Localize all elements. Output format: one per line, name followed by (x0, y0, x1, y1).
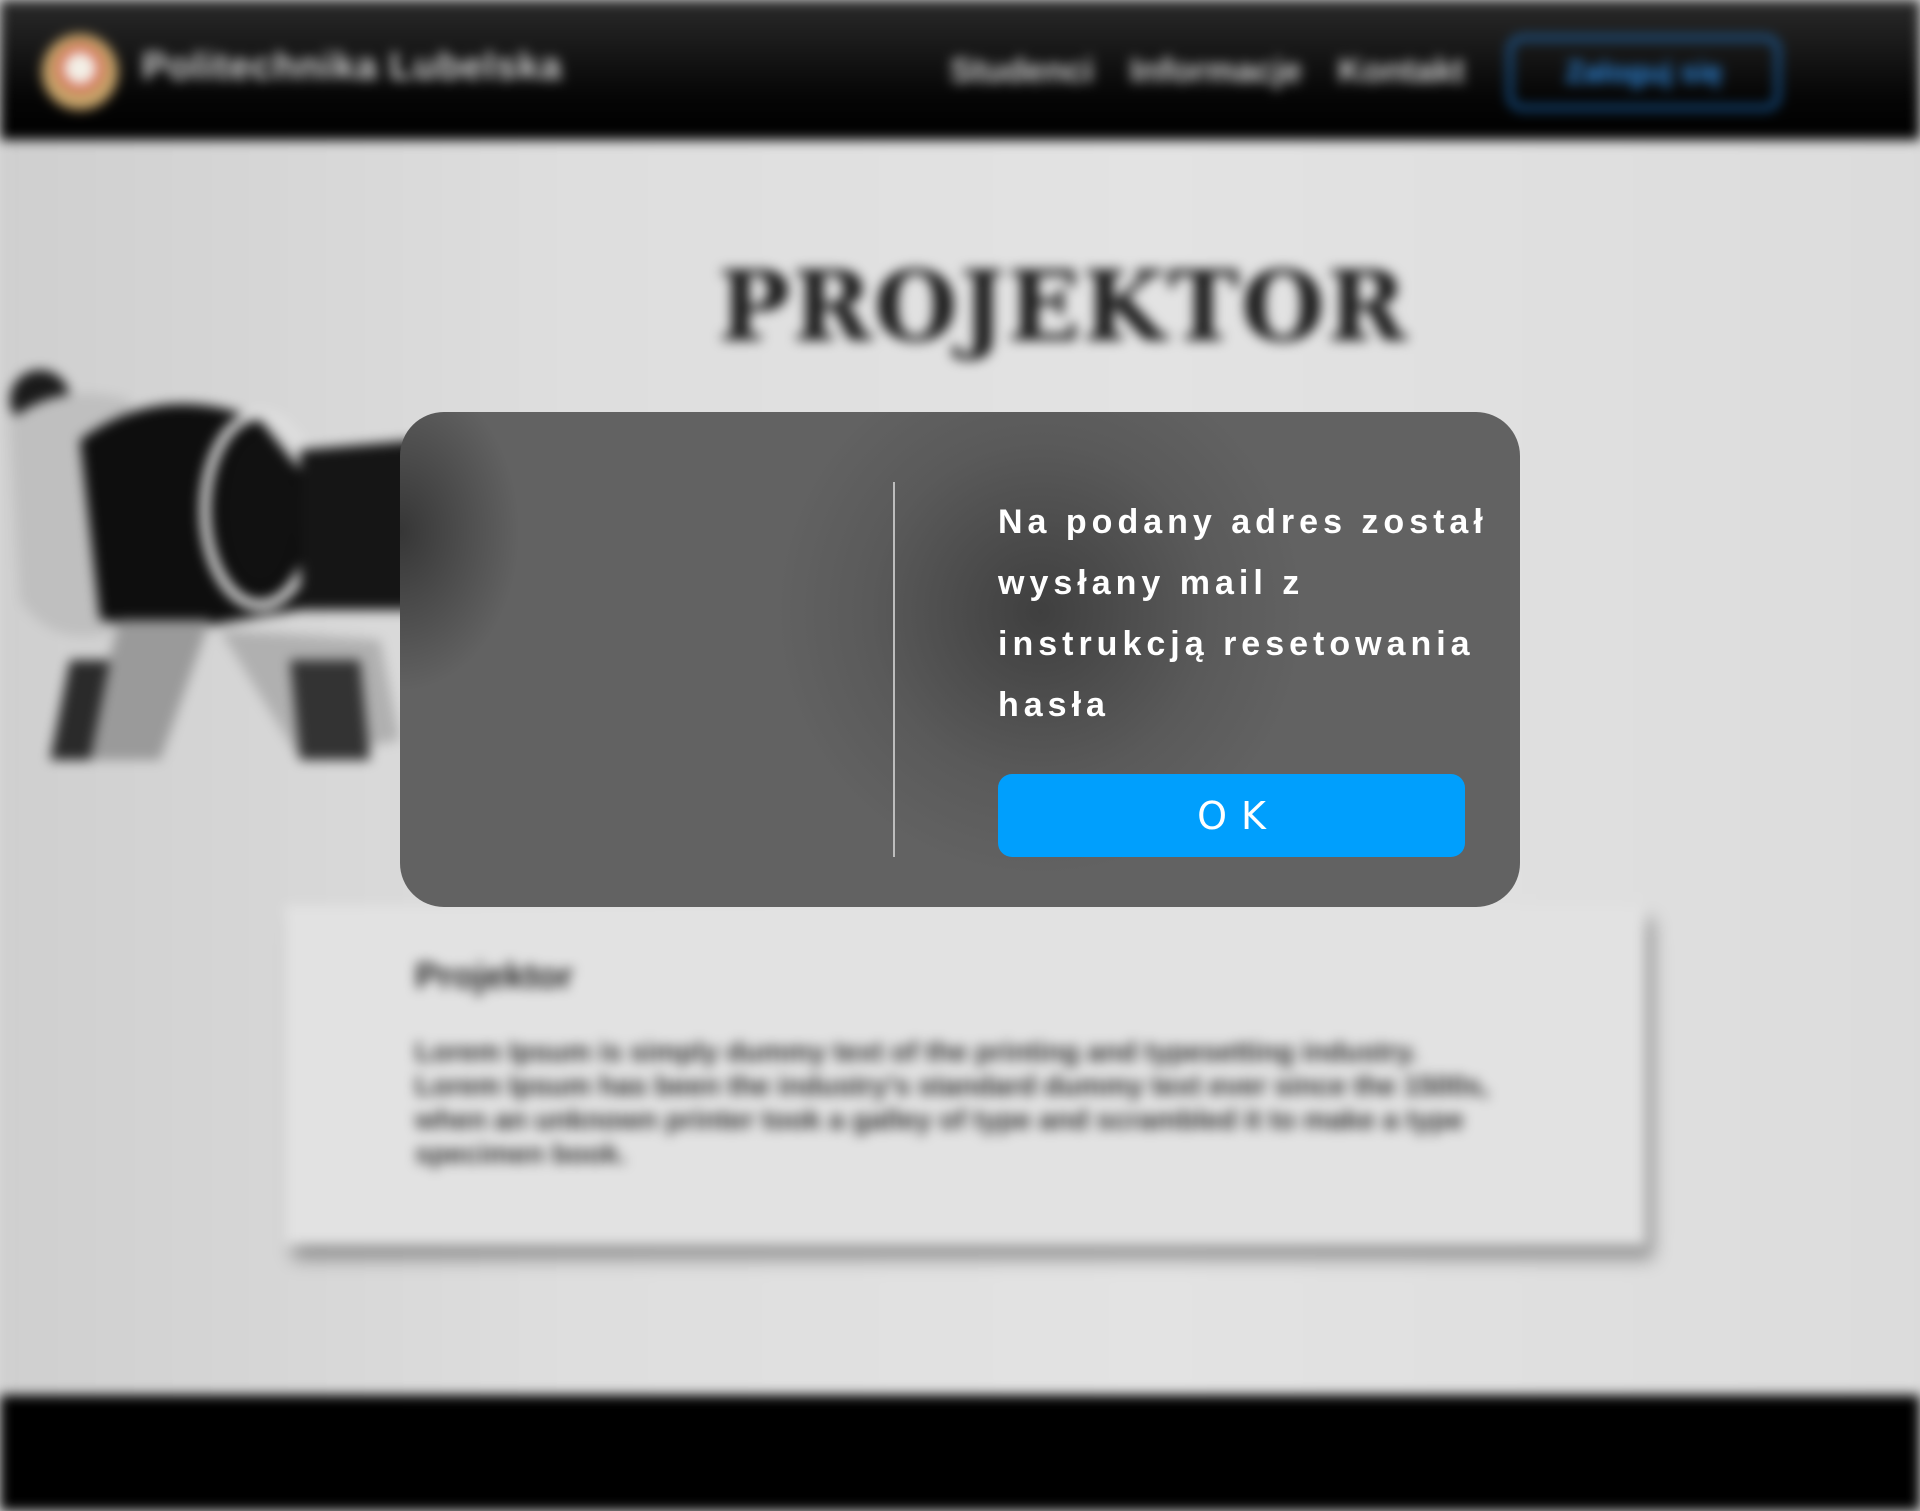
brand-name: Politechnika Lubelska (142, 46, 563, 88)
card-title: Projektor (415, 955, 574, 996)
password-reset-dialog: Na podany adres został wysłany mail z in… (400, 412, 1520, 907)
modal-divider (893, 482, 895, 857)
projector-image (10, 370, 420, 760)
university-logo (42, 34, 118, 110)
modal-shade (400, 412, 580, 907)
info-card: Projektor Lorem Ipsum is simply dummy te… (285, 905, 1645, 1245)
nav-link-informacje: Informacje (1130, 52, 1302, 90)
nav-link-kontakt: Kontakt (1338, 52, 1465, 90)
site-footer (0, 1395, 1920, 1511)
nav-link-studenci: Studenci (950, 52, 1094, 90)
hero-title: PROJEKTOR (718, 250, 1409, 363)
reset-confirmation-message: Na podany adres został wysłany mail z in… (998, 503, 1488, 724)
login-button: Zaloguj się (1508, 36, 1780, 110)
site-header: Politechnika Lubelska Studenci Informacj… (0, 0, 1920, 140)
card-text: Lorem Ipsum is simply dummy text of the … (415, 1036, 1490, 1169)
ok-button[interactable]: OK (998, 774, 1465, 857)
